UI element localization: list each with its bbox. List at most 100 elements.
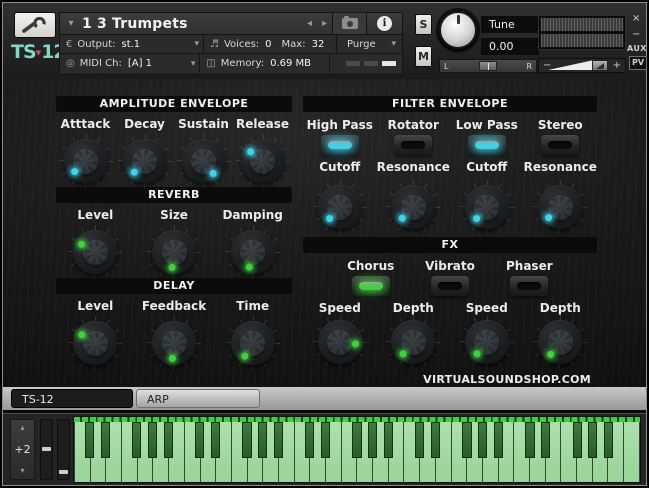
close-button[interactable]: × [632,14,640,24]
black-key[interactable] [478,422,487,458]
purge-menu[interactable]: Purge ▾ [337,35,402,53]
switch-low-pass[interactable] [468,135,506,155]
mod-wheel-handle[interactable] [59,470,68,474]
label-sustain: Sustain [178,117,229,131]
switch-led-off [548,141,572,149]
volume-plus-label: + [613,60,621,71]
prev-instrument-button[interactable]: ◂ [302,18,317,29]
knob-atttack[interactable] [63,138,109,184]
octave-shift-control[interactable]: ▴ +2 ▾ [10,419,35,480]
instrument-title[interactable]: 1 3 Trumpets [82,16,302,32]
octave-down-icon[interactable]: ▾ [20,467,24,475]
black-key[interactable] [368,422,377,458]
black-key[interactable] [305,422,314,458]
knob-level[interactable] [72,229,118,275]
midi-icon: ◎ [66,58,75,69]
black-key[interactable] [85,422,94,458]
black-key[interactable] [258,422,267,458]
purge-indicator-bars [346,61,396,66]
info-button[interactable]: i [366,13,402,34]
output-label: Output: [77,39,115,50]
tab-ts12[interactable]: TS-12 [11,389,133,408]
edit-wrench-button[interactable] [14,12,56,38]
level-meter-right [540,33,624,48]
knob-time[interactable] [230,320,276,366]
black-key[interactable] [573,422,582,458]
tune-knob[interactable] [439,11,477,49]
volume-handle[interactable] [592,60,608,71]
knob-size[interactable] [151,229,197,275]
label-resonance: Resonance [524,160,597,174]
black-key[interactable] [588,422,597,458]
label-size: Size [160,208,188,222]
black-key[interactable] [164,422,173,458]
black-key[interactable] [321,422,330,458]
tab-arp[interactable]: ARP [136,389,260,408]
knob-level[interactable] [72,320,118,366]
label-damping: Damping [222,208,282,222]
next-instrument-button[interactable]: ▸ [317,18,332,29]
black-key[interactable] [242,422,251,458]
pan-slider[interactable]: L R [439,59,537,73]
switch-vibrato[interactable] [431,276,469,296]
knob-speed[interactable] [317,319,363,365]
switch-phaser[interactable] [510,276,548,296]
pan-handle[interactable] [479,61,497,71]
pitch-wheel-handle[interactable] [42,447,51,451]
black-key[interactable] [274,422,283,458]
black-key[interactable] [541,422,550,458]
switch-rotator[interactable] [394,135,432,155]
switch-stereo[interactable] [541,135,579,155]
knob-damping[interactable] [230,229,276,275]
knob-feedback[interactable] [151,320,197,366]
knob-release[interactable] [240,138,286,184]
knob-depth[interactable] [537,319,583,365]
black-key[interactable] [352,422,361,458]
black-key[interactable] [525,422,534,458]
tune-value[interactable]: 0.00 [481,38,539,55]
switch-high-pass[interactable] [321,135,359,155]
snapshot-camera-button[interactable] [332,13,366,34]
mute-button[interactable]: M [415,46,432,67]
midi-channel-select[interactable]: ◎ MIDI Ch: [A] 1 ▾ [60,54,200,73]
black-key[interactable] [604,422,613,458]
black-key[interactable] [494,422,503,458]
aux-button[interactable]: AUX [627,44,647,54]
knob-indicator-dot [398,214,408,224]
switch-chorus[interactable] [352,276,390,296]
black-key[interactable] [101,422,110,458]
pan-right-label: R [526,62,532,71]
label-stereo: Stereo [538,118,583,132]
black-key[interactable] [431,422,440,458]
knob-decay[interactable] [122,138,168,184]
black-key[interactable] [211,422,220,458]
solo-button[interactable]: S [415,14,432,35]
label-speed: Speed [319,301,361,315]
voices-label: Voices: [224,39,259,50]
mod-wheel[interactable] [57,419,70,480]
pitch-wheel[interactable] [40,419,53,480]
minimize-button[interactable]: − [632,30,640,40]
output-dropdown-icon: ▾ [194,39,199,49]
knob-cutoff[interactable] [317,184,363,230]
white-key[interactable] [624,422,640,482]
knob-cutoff[interactable] [464,184,510,230]
black-key[interactable] [415,422,424,458]
black-key[interactable] [384,422,393,458]
knob-resonance[interactable] [390,184,436,230]
black-key[interactable] [195,422,204,458]
knob-speed[interactable] [464,319,510,365]
knob-indicator-dot [77,240,86,249]
indicator-bar [346,61,360,66]
octave-up-icon[interactable]: ▴ [20,424,24,432]
knob-sustain[interactable] [181,138,227,184]
knob-depth[interactable] [390,319,436,365]
black-key[interactable] [462,422,471,458]
title-dropdown-icon[interactable]: ▾ [60,18,82,29]
black-key[interactable] [148,422,157,458]
output-select[interactable]: € Output: st.1 ▾ [60,35,204,53]
knob-resonance[interactable] [537,184,583,230]
black-key[interactable] [132,422,141,458]
pv-button[interactable]: PV [629,56,647,70]
volume-slider[interactable]: − + [538,58,626,73]
